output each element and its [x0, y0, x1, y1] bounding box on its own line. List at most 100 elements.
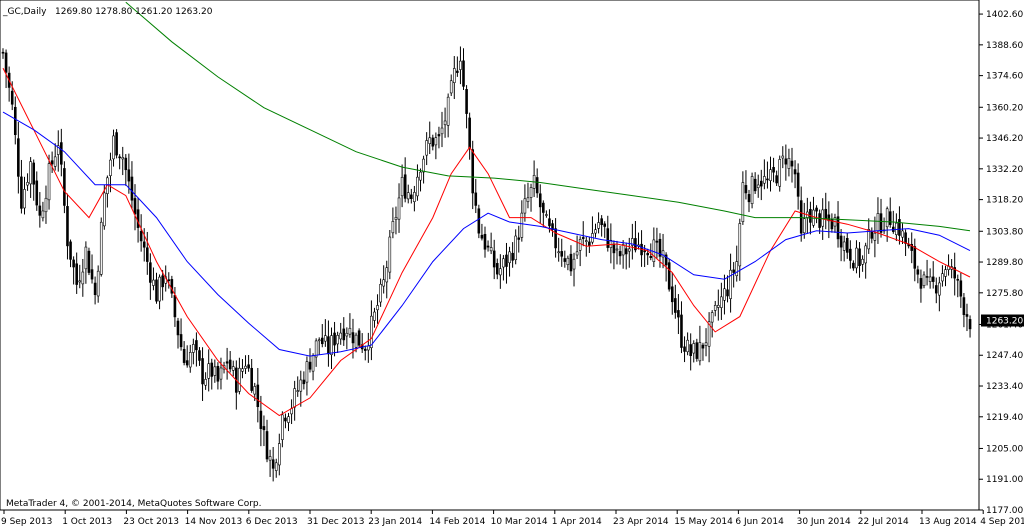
candle-body	[603, 223, 607, 227]
x-tick-label: 10 Mar 2014	[491, 517, 548, 527]
candle-body	[557, 251, 560, 254]
candle-body	[63, 168, 66, 206]
candle-body	[373, 311, 376, 321]
candle	[87, 247, 91, 276]
current-price-tag: 1263.20	[986, 317, 1023, 327]
x-tick-label: 9 Sep 2013	[1, 517, 52, 527]
candle-body	[437, 134, 441, 137]
candle-body	[941, 273, 944, 282]
candle-body	[861, 258, 864, 265]
candle-body	[302, 379, 306, 385]
candle-body	[520, 212, 524, 238]
candle-body	[188, 352, 192, 368]
candle-body	[87, 250, 91, 273]
candle-body	[759, 180, 763, 187]
x-tick-label: 30 Jun 2014	[797, 517, 851, 527]
candle-body	[796, 172, 800, 197]
candle-body	[271, 459, 275, 469]
candle-body	[228, 359, 232, 370]
x-tick-label: 23 Jan 2014	[368, 517, 422, 527]
candle-body	[526, 197, 530, 202]
candle-body	[584, 240, 588, 242]
candle-body	[898, 219, 901, 236]
candle-body	[330, 335, 333, 355]
candle-body	[600, 218, 603, 226]
y-tick-label: 1247.40	[986, 351, 1023, 361]
candle-body	[505, 254, 508, 267]
x-tick-label: 1 Apr 2014	[552, 517, 602, 527]
candle-body	[376, 305, 379, 311]
candle-body	[425, 140, 428, 156]
candle-body	[314, 340, 318, 358]
candle-body	[462, 60, 465, 87]
candle-body	[502, 258, 505, 268]
candle-body	[149, 262, 152, 283]
candle-body	[50, 160, 54, 165]
candle-body	[324, 335, 327, 342]
y-tick-label: 1233.40	[986, 382, 1023, 392]
candle-body	[720, 296, 723, 308]
candle-body	[750, 176, 754, 204]
candle-body	[624, 248, 628, 255]
candle-body	[327, 336, 330, 355]
candle-body	[901, 230, 904, 238]
candle-body	[145, 247, 149, 262]
candle-body	[661, 250, 665, 258]
candle-body	[772, 167, 775, 173]
x-tick-label: 22 Jul 2014	[858, 517, 909, 527]
candle-body	[253, 386, 257, 395]
candle-body	[674, 298, 677, 313]
candle-body	[265, 431, 269, 460]
candle-body	[434, 137, 438, 146]
candle-body	[944, 269, 947, 277]
candle-body	[542, 202, 545, 213]
candle-body	[879, 213, 883, 233]
candle-body	[201, 358, 204, 385]
candle-body	[124, 157, 128, 171]
price-chart[interactable]: 1402.60 1388.60 1374.60 1360.20 1346.20 1332.…	[0, 0, 1024, 528]
candle-body	[38, 205, 42, 216]
candle-body	[231, 366, 235, 371]
candle-body	[867, 229, 871, 250]
candle-body	[400, 176, 404, 197]
candle-body	[465, 89, 468, 114]
candle-body	[139, 231, 143, 242]
candle-body	[20, 176, 23, 209]
candle-body	[802, 218, 806, 234]
candle-body	[548, 218, 551, 227]
candle-body	[23, 189, 26, 209]
candle-body	[627, 248, 631, 252]
candle-body	[523, 198, 527, 214]
candle-body	[560, 251, 564, 257]
candle-body	[293, 388, 296, 408]
x-tick-label: 4 Sep 2014	[980, 517, 1024, 527]
candle-body	[781, 155, 785, 159]
y-tick-label: 1191.00	[986, 475, 1023, 485]
candle-body	[554, 228, 557, 249]
candle-body	[495, 263, 499, 275]
chart-window[interactable]: 1402.60 1388.60 1374.60 1360.20 1346.20 1332.…	[0, 0, 1024, 528]
candle-body	[130, 176, 134, 201]
candle-body	[667, 262, 671, 290]
candle-body	[84, 246, 88, 270]
candle-body	[959, 280, 963, 297]
candle	[750, 172, 754, 209]
candle-body	[852, 262, 855, 269]
candle-body	[738, 223, 742, 267]
candle-body	[723, 288, 726, 301]
candle-body	[112, 135, 115, 160]
candle-body	[127, 169, 131, 182]
candle-body	[726, 289, 729, 297]
candle-body	[320, 337, 324, 345]
candle-body	[216, 365, 220, 382]
candle-body	[32, 162, 36, 185]
candle-body	[69, 241, 72, 260]
candle-body	[431, 137, 435, 147]
candle-body	[311, 355, 315, 372]
candle-body	[29, 161, 32, 185]
candle-body	[385, 267, 389, 283]
candle-body	[182, 348, 186, 363]
candle-body	[342, 328, 346, 341]
candle-body	[747, 194, 751, 203]
candle-body	[615, 248, 619, 251]
